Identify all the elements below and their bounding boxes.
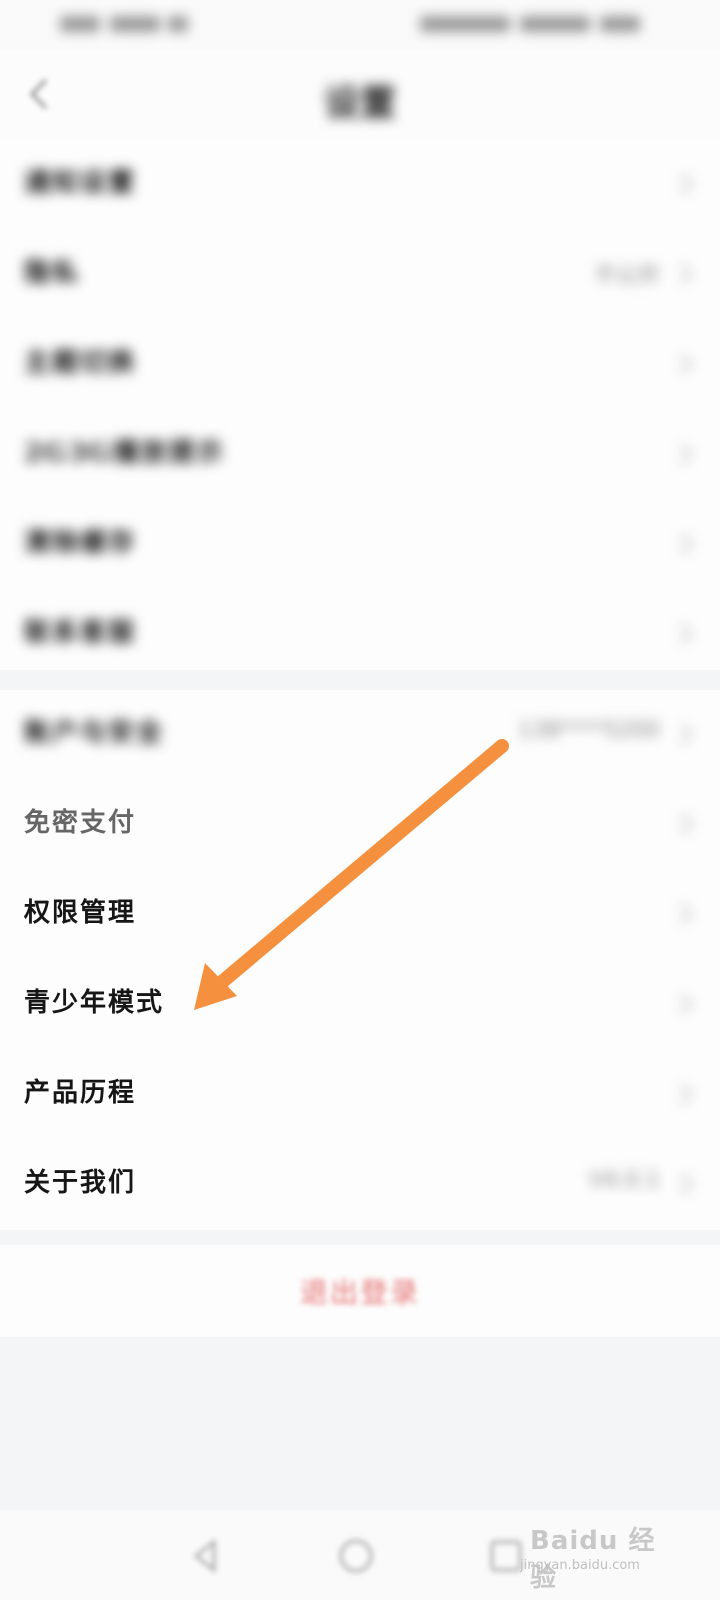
status-bar-right: [420, 12, 650, 36]
settings-row-label: 免密支付: [24, 808, 137, 838]
settings-row-label: 账户与安全: [24, 718, 165, 748]
chevron-right-icon: [680, 533, 693, 555]
settings-row-privacy[interactable]: 隐私 不公开: [0, 230, 720, 320]
nav-back-icon[interactable]: [184, 1534, 228, 1578]
settings-row-label: 关于我们: [24, 1168, 137, 1198]
chevron-right-icon: [680, 993, 693, 1015]
chevron-right-icon: [680, 1083, 693, 1105]
chevron-right-icon: [680, 903, 693, 925]
status-bar: [0, 0, 720, 50]
settings-row-about-us[interactable]: 关于我们 V4.0.1: [0, 1140, 720, 1230]
settings-row-permissions[interactable]: 权限管理: [0, 870, 720, 960]
settings-row-password-free-pay[interactable]: 免密支付: [0, 780, 720, 870]
baidu-jingyan-watermark: Baidu 经验 jingyan.baidu.com: [520, 1512, 680, 1593]
settings-row-label: 主题切换: [24, 348, 137, 378]
settings-row-account-security[interactable]: 账户与安全 138****5200: [0, 690, 720, 780]
settings-row-clear-cache[interactable]: 清除缓存: [0, 500, 720, 590]
watermark-sub-text: jingyan.baidu.com: [520, 1558, 640, 1573]
header: 设置: [0, 50, 720, 140]
chevron-right-icon: [680, 813, 693, 835]
settings-row-label: 隐私: [24, 258, 81, 288]
settings-row-teen-mode[interactable]: 青少年模式: [0, 960, 720, 1050]
chevron-right-icon: [680, 1173, 693, 1195]
settings-row-label: 联系客服: [24, 618, 137, 648]
settings-row-label: 通知设置: [24, 168, 137, 198]
settings-section-account: 账户与安全 138****5200 免密支付 权限管理 青少年模式 产品历程 关…: [0, 690, 720, 1230]
settings-row-theme[interactable]: 主题切换: [0, 320, 720, 410]
settings-row-label: 2G3G播放提示: [24, 438, 225, 468]
settings-row-network-play[interactable]: 2G3G播放提示: [0, 410, 720, 500]
chevron-right-icon: [680, 443, 693, 465]
settings-row-label: 清除缓存: [24, 528, 137, 558]
settings-row-value: 不公开: [593, 264, 660, 289]
settings-row-notifications[interactable]: 通知设置: [0, 140, 720, 230]
chevron-right-icon: [680, 723, 693, 745]
settings-row-customer-service[interactable]: 联系客服: [0, 590, 720, 680]
logout-label: 退出登录: [299, 1276, 420, 1309]
settings-row-value: 138****5200: [518, 718, 660, 743]
settings-row-product-history[interactable]: 产品历程: [0, 1050, 720, 1140]
settings-section-general: 通知设置 隐私 不公开 主题切换 2G3G播放提示 清除缓存 联系客服: [0, 140, 720, 670]
chevron-right-icon: [680, 173, 693, 195]
status-bar-left: [60, 12, 190, 36]
page-title: 设置: [323, 83, 396, 124]
chevron-right-icon: [680, 263, 693, 285]
settings-row-label: 青少年模式: [24, 988, 165, 1018]
nav-home-icon[interactable]: [334, 1534, 378, 1578]
watermark-main-text: Baidu 经验: [530, 1526, 656, 1593]
settings-row-label: 产品历程: [24, 1078, 137, 1108]
chevron-right-icon: [680, 623, 693, 645]
chevron-right-icon: [680, 353, 693, 375]
settings-row-value: V4.0.1: [588, 1168, 660, 1193]
settings-row-label: 权限管理: [24, 898, 137, 928]
logout-button[interactable]: 退出登录: [0, 1245, 720, 1337]
